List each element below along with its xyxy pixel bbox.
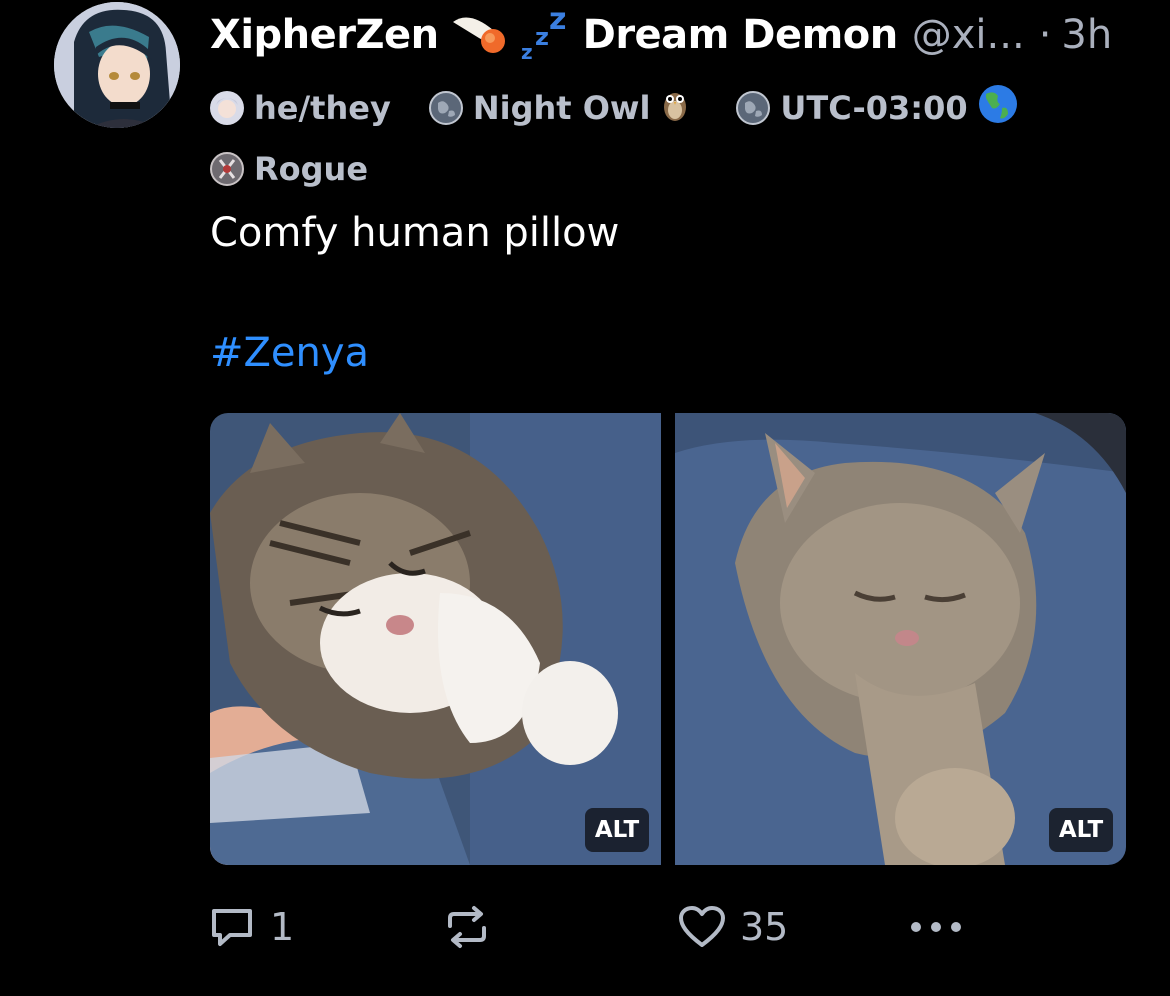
badge-label: Night Owl <box>472 89 651 127</box>
alt-text-button[interactable]: ALT <box>1049 808 1113 852</box>
anime-avatar-icon <box>54 2 180 128</box>
heart-icon <box>679 906 725 947</box>
repost-button[interactable] <box>442 902 506 952</box>
post-time[interactable]: 3h <box>1061 12 1112 58</box>
ellipsis-icon <box>911 922 961 932</box>
post-image[interactable] <box>210 413 661 865</box>
like-count: 35 <box>740 905 789 949</box>
reply-button[interactable]: 1 <box>208 902 294 952</box>
post-image[interactable] <box>675 413 1126 865</box>
repost-icon <box>448 906 486 948</box>
sleeping-zzz-icon: z z z <box>519 2 569 67</box>
globe-badge-icon <box>428 91 463 125</box>
badge-row: Rogue <box>210 150 368 188</box>
anime-girl-icon <box>210 91 244 125</box>
badge-label: Rogue <box>254 150 369 188</box>
time-separator: · <box>1038 12 1052 58</box>
tabby-white-cat <box>210 413 661 865</box>
author-avatar[interactable] <box>54 2 180 128</box>
comet-icon <box>449 8 509 62</box>
owl-icon <box>660 85 690 131</box>
reply-icon <box>212 909 252 946</box>
more-options-button[interactable] <box>908 902 964 952</box>
globe-badge-icon <box>736 91 771 125</box>
author-display-name[interactable]: XipherZen <box>210 12 439 58</box>
svg-text:z: z <box>521 40 533 63</box>
alt-text-button[interactable]: ALT <box>585 808 649 852</box>
svg-text:z: z <box>535 23 549 51</box>
like-button[interactable]: 35 <box>678 902 788 952</box>
earth-americas-icon <box>978 84 1018 132</box>
gray-fluffy-cat <box>675 413 1126 865</box>
author-title: Dream Demon <box>582 12 899 58</box>
badge-label: UTC-03:00 <box>780 89 968 127</box>
badge-row: he/they Night Owl UTC-03:00 <box>210 84 1018 132</box>
svg-text:z: z <box>549 3 566 37</box>
author-handle[interactable]: @xi... <box>912 12 1025 58</box>
post-text: Comfy human pillow <box>210 210 620 256</box>
rogue-badge-icon <box>210 152 244 186</box>
badge-label: he/they <box>254 89 391 127</box>
hashtag-link[interactable]: #Zenya <box>210 330 369 376</box>
post-header: XipherZen z z z Dream Demon @xi... · 3h <box>210 0 1112 70</box>
reply-count: 1 <box>270 905 295 949</box>
